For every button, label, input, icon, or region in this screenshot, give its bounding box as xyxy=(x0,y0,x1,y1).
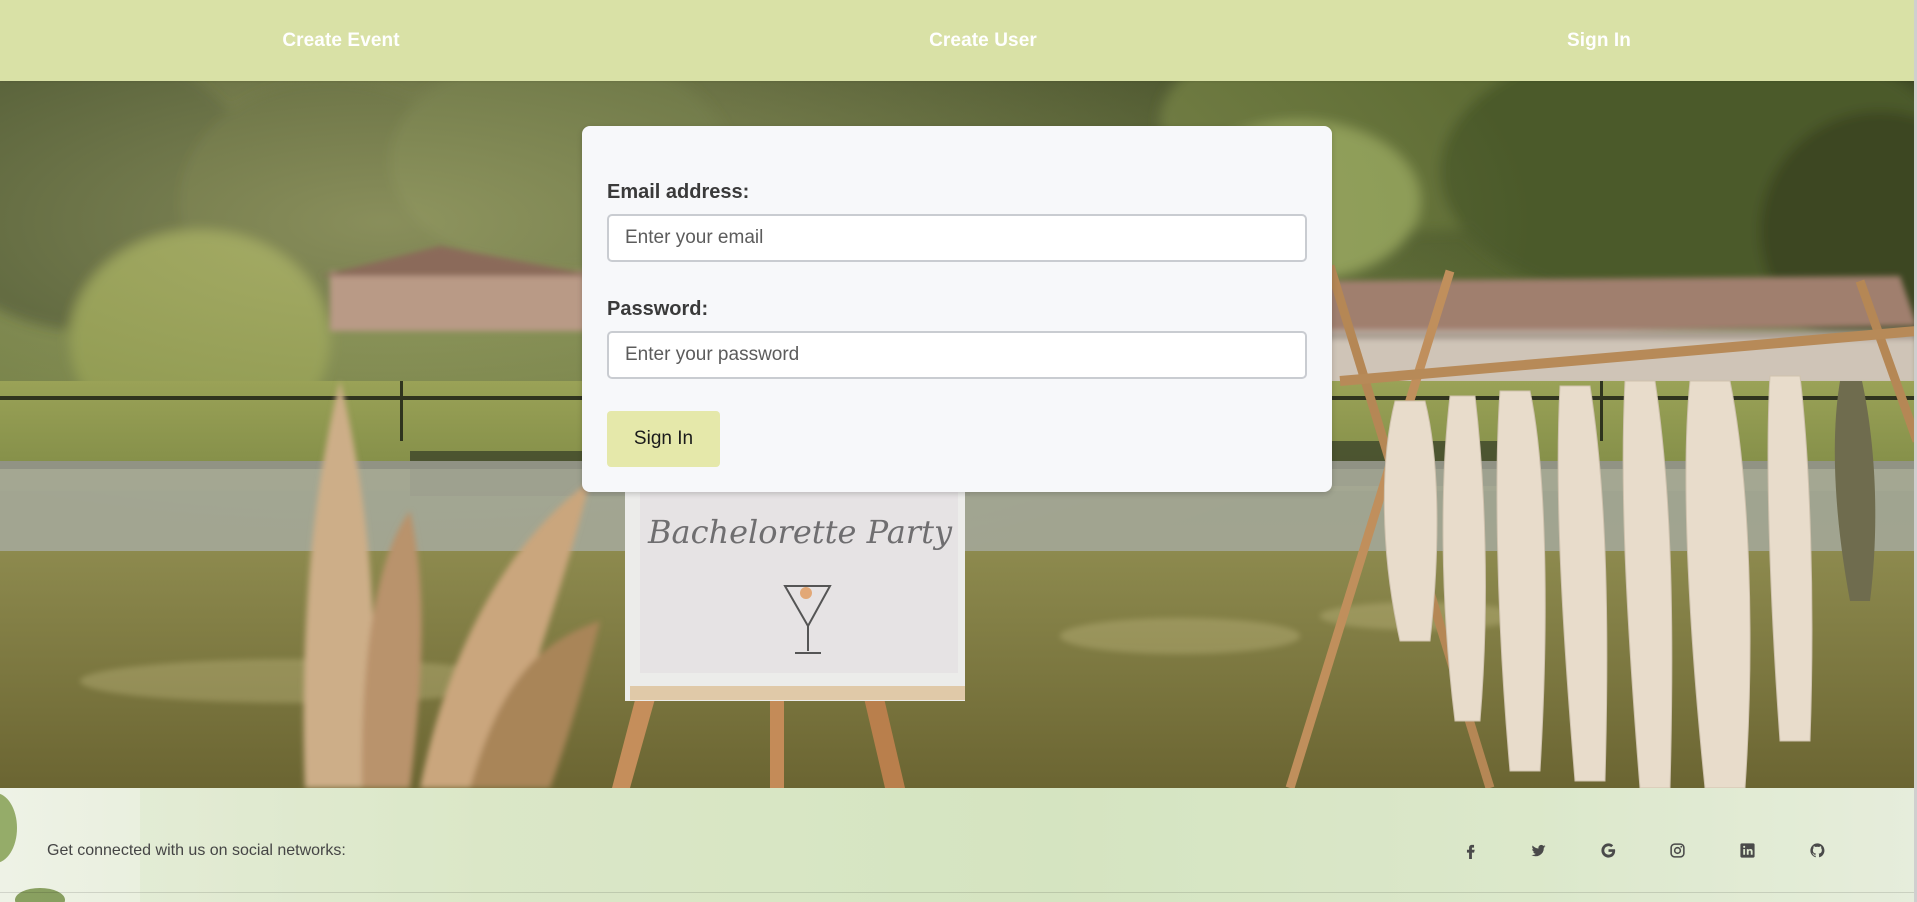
email-label: Email address: xyxy=(607,181,750,203)
top-navbar: Create Event Create User Sign In xyxy=(0,0,1917,81)
password-label: Password: xyxy=(607,298,709,320)
nav-sign-in-link[interactable]: Sign In xyxy=(1499,0,1699,81)
github-icon[interactable] xyxy=(1795,828,1839,872)
email-input[interactable] xyxy=(607,214,1307,262)
instagram-icon[interactable] xyxy=(1655,828,1699,872)
password-input[interactable] xyxy=(607,331,1307,379)
nav-create-event-link[interactable]: Create Event xyxy=(241,0,441,81)
sign-text: Bachelorette Party xyxy=(647,513,953,551)
nav-create-user-link[interactable]: Create User xyxy=(883,0,1083,81)
footer: Get connected with us on social networks… xyxy=(0,788,1917,902)
footer-divider xyxy=(0,892,1917,893)
facebook-icon[interactable] xyxy=(1448,828,1492,872)
social-networks-text: Get connected with us on social networks… xyxy=(47,842,346,859)
sign-in-button[interactable]: Sign In xyxy=(607,411,720,467)
google-icon[interactable] xyxy=(1586,828,1630,872)
linkedin-icon[interactable] xyxy=(1725,828,1769,872)
twitter-icon[interactable] xyxy=(1516,828,1560,872)
sign-in-form-card: Email address: Password: Sign In xyxy=(582,126,1332,492)
